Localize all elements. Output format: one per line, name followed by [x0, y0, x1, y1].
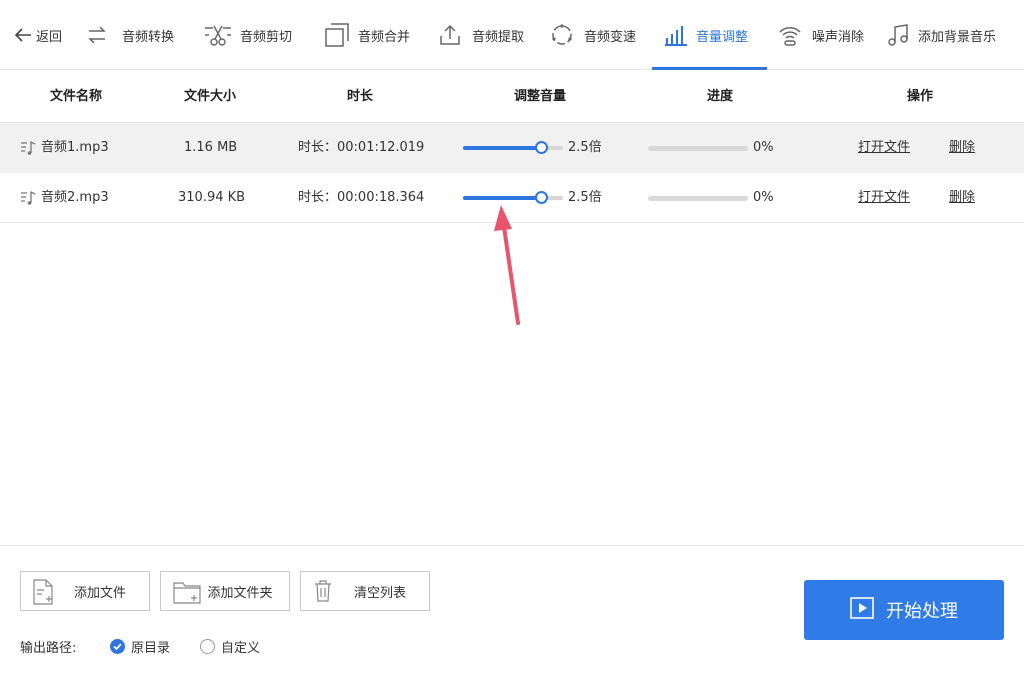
clear-list-label: 清空列表 [353, 585, 406, 601]
file-size: 1.16 MB [184, 140, 238, 155]
add-file-button[interactable]: 添加文件 [20, 571, 150, 611]
volume-slider-fill [463, 146, 541, 150]
column-header-file-name: 文件名称 [49, 89, 102, 104]
volume-slider[interactable] [463, 141, 563, 154]
tab-audio-extract[interactable]: 音频提取 [438, 0, 524, 70]
column-header-volume: 调整音量 [513, 89, 566, 104]
tab-audio-convert[interactable]: 音频转换 [86, 0, 174, 70]
file-duration: 时长：00:00:18.364 [298, 190, 425, 205]
tab-label: 噪声消除 [812, 29, 865, 45]
tab-audio-cut[interactable]: 音频剪切 [204, 0, 292, 70]
volume-value: 2.5倍 [568, 190, 602, 205]
tab-noise-removal[interactable]: 噪声消除 [778, 0, 864, 70]
tab-volume-adjust[interactable]: 音量调整 [664, 0, 748, 70]
radio-original-directory[interactable] [110, 639, 125, 654]
trash-icon [313, 579, 333, 607]
radio-custom[interactable] [200, 639, 215, 654]
column-header-progress: 进度 [706, 89, 733, 104]
add-file-icon [33, 579, 53, 609]
add-folder-label: 添加文件夹 [207, 585, 273, 601]
noise-icon [778, 23, 802, 47]
tab-label: 音频提取 [472, 29, 525, 45]
arrow-left-icon [14, 27, 32, 43]
start-processing-label: 开始处理 [886, 601, 958, 622]
start-processing-button[interactable]: 开始处理 [804, 580, 1004, 640]
speed-icon [550, 23, 574, 47]
tab-audio-merge[interactable]: 音频合并 [324, 0, 410, 70]
add-file-label: 添加文件 [73, 585, 126, 601]
progress-value: 0% [753, 140, 774, 155]
scissors-icon [204, 23, 232, 47]
tab-label: 添加背景音乐 [918, 29, 997, 45]
column-header-actions: 操作 [906, 89, 933, 104]
music-note-icon [886, 23, 910, 47]
delete-link[interactable]: 删除 [949, 123, 975, 173]
volume-value: 2.5倍 [568, 140, 602, 155]
toolbar: 返回 音频转换 音频剪切 音频合并 音频提取 音频变速 音量调整 噪声消除 添加… [0, 0, 1024, 70]
output-path-label: 输出路径: [20, 641, 77, 656]
progress-value: 0% [753, 190, 774, 205]
check-icon [113, 643, 122, 651]
open-file-link[interactable]: 打开文件 [858, 123, 910, 173]
play-icon [850, 596, 874, 624]
active-tab-indicator [652, 67, 767, 70]
progress-bar [648, 196, 748, 201]
tab-label: 音频转换 [122, 29, 175, 45]
file-duration: 时长：00:01:12.019 [298, 140, 425, 155]
audio-file-icon [20, 190, 36, 206]
tab-add-background-music[interactable]: 添加背景音乐 [886, 0, 996, 70]
delete-link[interactable]: 删除 [949, 173, 975, 223]
volume-slider-thumb[interactable] [535, 141, 548, 154]
tab-label: 音频剪切 [240, 29, 293, 45]
volume-slider-thumb[interactable] [535, 191, 548, 204]
open-file-link[interactable]: 打开文件 [858, 173, 910, 223]
progress-bar [648, 146, 748, 151]
upload-icon [438, 23, 462, 47]
file-name: 音频1.mp3 [41, 140, 109, 155]
radio-original-directory-label: 原目录 [131, 641, 171, 656]
add-folder-button[interactable]: 添加文件夹 [160, 571, 290, 611]
annotation-arrow [494, 205, 520, 325]
volume-bars-icon [664, 24, 688, 46]
column-header-file-size: 文件大小 [183, 89, 236, 104]
tab-label: 音频变速 [584, 29, 637, 45]
merge-icon [324, 22, 350, 48]
back-button[interactable]: 返回 [14, 0, 62, 70]
tab-audio-speed[interactable]: 音频变速 [550, 0, 636, 70]
clear-list-button[interactable]: 清空列表 [300, 571, 430, 611]
column-header-duration: 时长 [346, 89, 373, 104]
tab-label: 音频合并 [358, 29, 411, 45]
volume-slider-fill [463, 196, 541, 200]
volume-slider[interactable] [463, 191, 563, 204]
back-label: 返回 [36, 29, 63, 45]
table-row[interactable]: 音频1.mp3 1.16 MB 时长：00:01:12.019 2.5倍 0% … [0, 123, 1024, 173]
radio-custom-label: 自定义 [221, 641, 261, 656]
table-header: 文件名称 文件大小 时长 调整音量 进度 操作 [0, 71, 1024, 123]
convert-icon [86, 24, 108, 46]
audio-file-icon [20, 140, 36, 156]
file-size: 310.94 KB [178, 190, 246, 205]
tab-label: 音量调整 [696, 29, 749, 45]
file-name: 音频2.mp3 [41, 190, 109, 205]
